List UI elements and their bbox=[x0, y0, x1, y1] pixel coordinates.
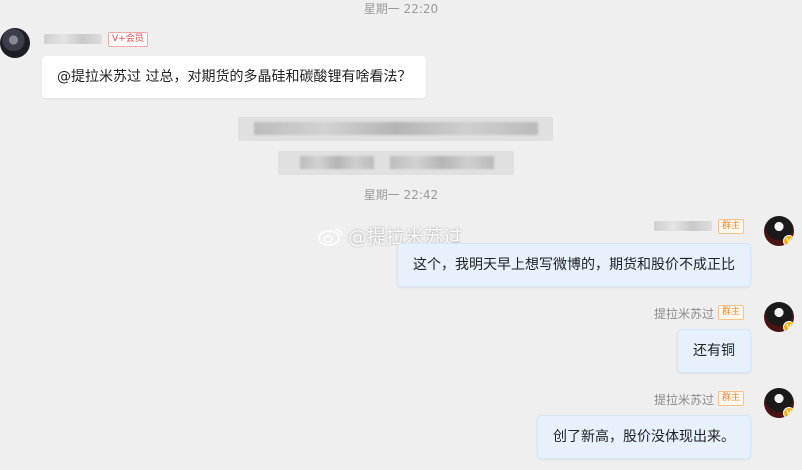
message-bubble: 这个，我明天早上想写微博的，期货和股价不成正比 bbox=[397, 243, 751, 287]
blurred-notice-2 bbox=[278, 151, 514, 175]
blurred-notice-1 bbox=[238, 117, 553, 141]
vip-badge: V+会员 bbox=[108, 32, 148, 47]
group-owner-badge: 群主 bbox=[718, 391, 745, 406]
owner-avatar[interactable]: V bbox=[764, 302, 794, 332]
owner-avatar[interactable]: V bbox=[764, 216, 794, 246]
group-owner-badge: 群主 bbox=[718, 219, 745, 234]
sender-name: 提拉米苏过 bbox=[653, 393, 714, 407]
sender-avatar[interactable] bbox=[0, 28, 30, 58]
group-owner-badge: 群主 bbox=[718, 305, 745, 320]
sender-name-blurred bbox=[44, 34, 102, 44]
sender-name-blurred bbox=[654, 221, 712, 231]
message-bubble: 创了新高，股价没体现出来。 bbox=[537, 415, 751, 459]
sender-name: 提拉米苏过 bbox=[653, 307, 714, 321]
verified-badge: V bbox=[783, 235, 794, 246]
chat-timestamp-2: 星期一 22:42 bbox=[363, 188, 439, 202]
owner-avatar[interactable]: V bbox=[764, 388, 794, 418]
chat-timestamp-1: 星期一 22:20 bbox=[363, 2, 439, 16]
message-bubble: 还有铜 bbox=[677, 329, 751, 373]
verified-badge: V bbox=[783, 407, 794, 418]
weibo-logo-icon bbox=[318, 227, 343, 246]
message-bubble: @提拉米苏过 过总，对期货的多晶硅和碳酸锂有啥看法？ bbox=[42, 56, 427, 98]
verified-badge: V bbox=[783, 321, 794, 332]
